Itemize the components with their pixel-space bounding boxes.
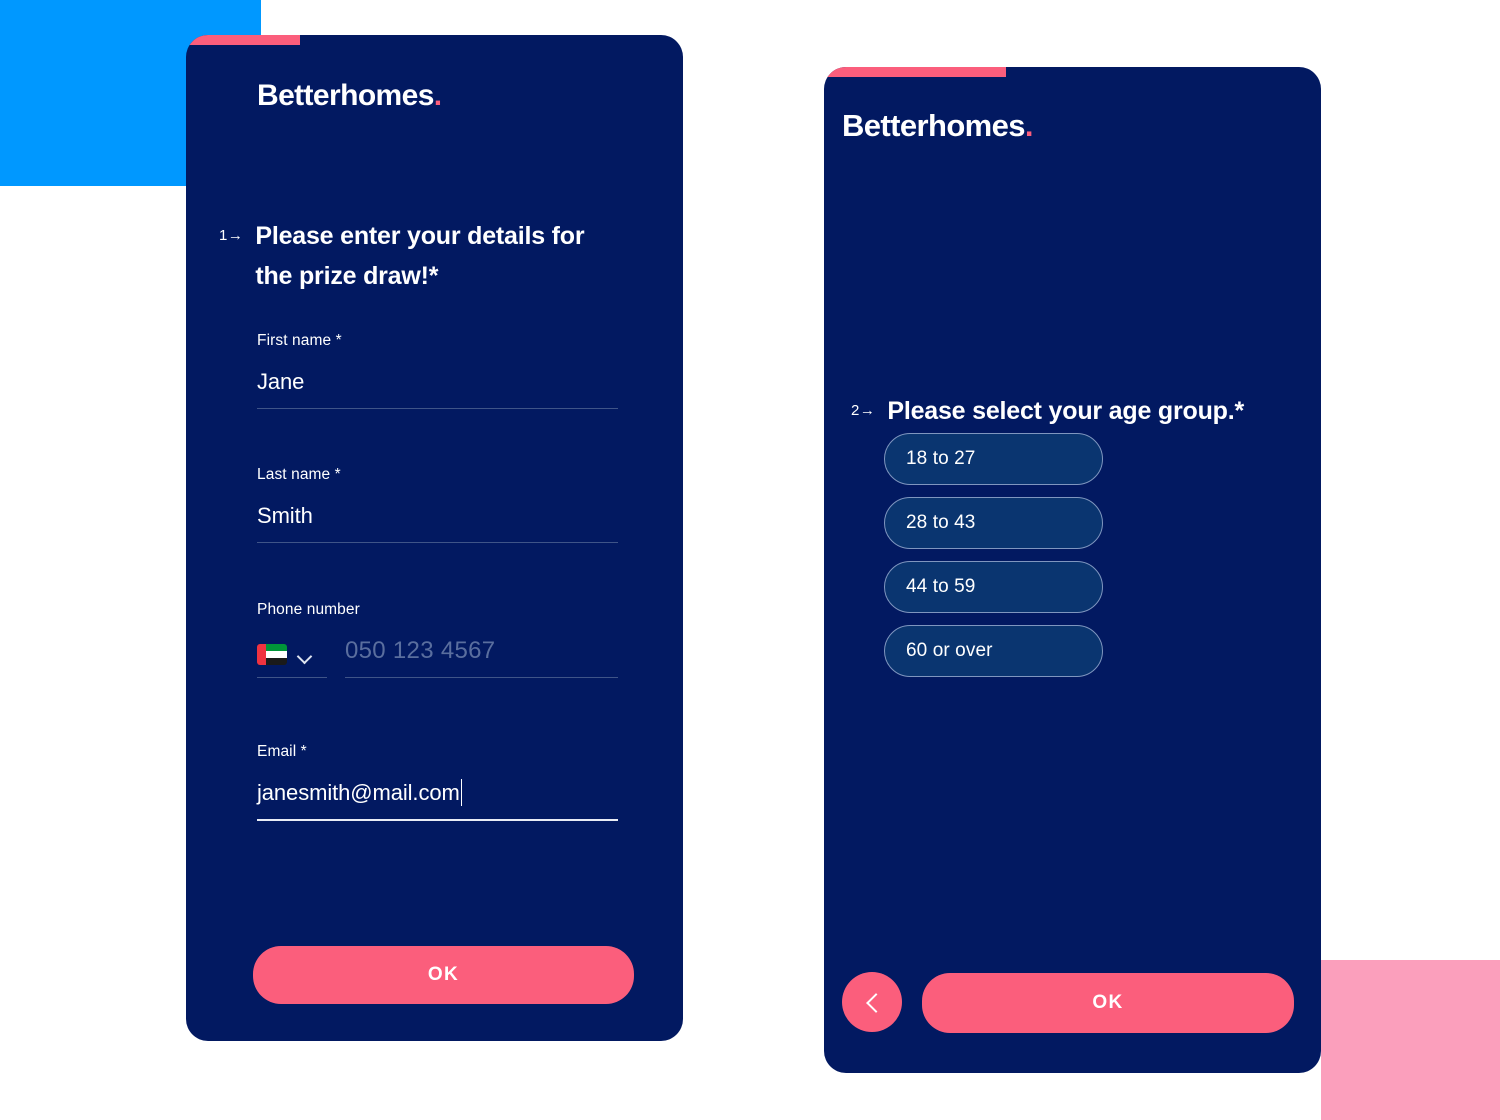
- question-text-age: Please select your age group.*: [887, 397, 1244, 425]
- ok-button-age[interactable]: OK: [922, 973, 1294, 1033]
- field-last-name: Last name * Smith: [257, 466, 618, 543]
- brand-logo: Betterhomes.: [257, 79, 442, 113]
- decorative-pink-square: [1321, 960, 1500, 1120]
- brand-dot: .: [433, 79, 442, 112]
- brand-logo: Betterhomes.: [842, 108, 1034, 144]
- question-text-details: Please enter your details for the prize …: [255, 222, 585, 290]
- age-option-18-27[interactable]: 18 to 27: [884, 433, 1103, 485]
- phone-input-row: 050 123 4567: [257, 636, 618, 678]
- card-top-accent-bar: [824, 67, 1006, 77]
- uae-flag-icon: [257, 644, 287, 665]
- chevron-left-icon: [864, 994, 880, 1010]
- age-option-28-43[interactable]: 28 to 43: [884, 497, 1103, 549]
- card-personal-details: Betterhomes. 1→ Please enter your detail…: [186, 35, 683, 1041]
- phone-number-label: Phone number: [257, 601, 360, 618]
- last-name-input[interactable]: Smith: [257, 501, 618, 543]
- question-block-details: 1→ Please enter your details for the pri…: [219, 217, 619, 296]
- age-group-options: 18 to 27 28 to 43 44 to 59 60 or over: [884, 433, 1103, 677]
- back-button[interactable]: [842, 972, 902, 1032]
- field-email: Email * janesmith@mail.com: [257, 743, 618, 821]
- first-name-label: First name *: [257, 332, 342, 349]
- email-value: janesmith@mail.com: [257, 780, 460, 805]
- brand-name: Betterhomes: [257, 79, 434, 112]
- card-age-group: Betterhomes. 2→ Please select your age g…: [824, 67, 1321, 1073]
- email-label: Email *: [257, 743, 307, 760]
- card-top-accent-bar: [186, 35, 300, 45]
- age-option-44-59[interactable]: 44 to 59: [884, 561, 1103, 613]
- chevron-down-icon: [298, 651, 312, 659]
- brand-dot: .: [1024, 108, 1034, 143]
- age-option-60-over[interactable]: 60 or over: [884, 625, 1103, 677]
- text-caret: [460, 779, 463, 806]
- email-input[interactable]: janesmith@mail.com: [257, 778, 618, 821]
- last-name-label: Last name *: [257, 466, 341, 483]
- field-phone-number: Phone number 050 123 4567: [257, 601, 618, 678]
- step-number-age: 2→: [851, 402, 876, 419]
- question-block-age: 2→ Please select your age group.*: [851, 392, 1321, 432]
- field-first-name: First name * Jane: [257, 332, 618, 409]
- phone-number-input[interactable]: 050 123 4567: [345, 636, 618, 678]
- country-code-selector[interactable]: [257, 644, 327, 678]
- ok-button-details[interactable]: OK: [253, 946, 634, 1004]
- first-name-input[interactable]: Jane: [257, 367, 618, 409]
- brand-name: Betterhomes: [842, 108, 1026, 143]
- step-number-details: 1→: [219, 227, 244, 244]
